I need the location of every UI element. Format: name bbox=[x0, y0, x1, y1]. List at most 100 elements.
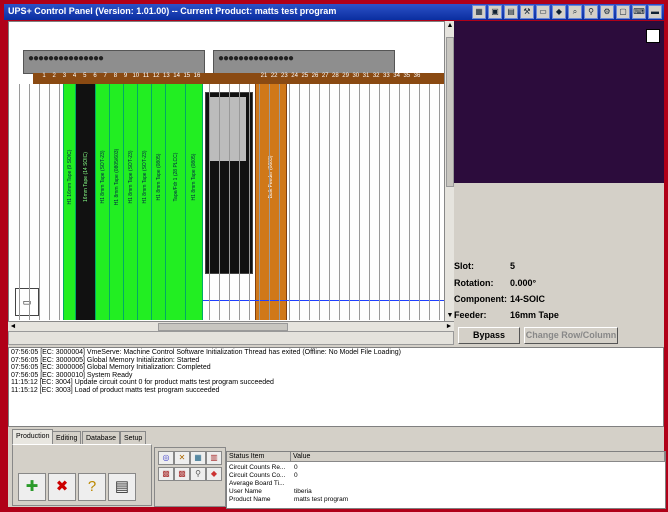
help-icon[interactable]: ? bbox=[78, 473, 106, 501]
feeder-column[interactable]: Tape/Fdr 1 (28 PLCC) bbox=[165, 84, 187, 320]
machine-layout-view[interactable]: ●●●●●●●●●●●●●●● ●●●●●●●●●●●●●●● 12345678… bbox=[8, 21, 446, 323]
slot-label: Slot: bbox=[454, 261, 474, 271]
monitor-icon[interactable]: ▭ bbox=[536, 5, 550, 19]
slot-number: 33 bbox=[383, 73, 390, 79]
slot-number: 24 bbox=[291, 73, 298, 79]
status-value: matts test program bbox=[294, 496, 349, 503]
slot-divider bbox=[239, 84, 240, 320]
layout-icon[interactable]: ▣ bbox=[488, 5, 502, 19]
slot-divider bbox=[369, 84, 370, 320]
slot-number: 1 bbox=[42, 73, 46, 79]
slot-divider bbox=[399, 84, 400, 320]
left-connector: ●●●●●●●●●●●●●●● bbox=[23, 50, 205, 74]
status-item: Circuit Counts Re... bbox=[229, 464, 286, 471]
tab-production[interactable]: Production bbox=[12, 429, 54, 445]
diamond-icon[interactable]: ◆ bbox=[552, 5, 566, 19]
slot-number: 30 bbox=[352, 73, 360, 79]
production-start-icon[interactable]: ✚ bbox=[18, 473, 46, 501]
diamond-icon[interactable]: ◆ bbox=[206, 467, 222, 481]
status-value: 0 bbox=[294, 472, 298, 479]
chart-icon[interactable]: ▦ bbox=[190, 451, 206, 465]
list-icon[interactable]: ▥ bbox=[206, 451, 222, 465]
window-controls-icon[interactable]: ▬ bbox=[648, 5, 662, 19]
display-icon[interactable]: ▢ bbox=[616, 5, 630, 19]
status-item: User Name bbox=[229, 488, 262, 495]
slot-number: 12 bbox=[152, 73, 160, 79]
slot-divider bbox=[269, 84, 270, 320]
slot-divider bbox=[419, 84, 420, 320]
slot-number: 15 bbox=[183, 73, 191, 79]
log-line: 07:56:05 [EC: 3000005] Global Memory Ini… bbox=[11, 356, 200, 364]
bottom-panel: Production Editing Database Setup ✚ ✖ ? ▤ ◎… bbox=[8, 427, 666, 509]
connector-pins-left: ●●●●●●●●●●●●●●● bbox=[28, 54, 104, 65]
zoom-icon[interactable]: ⌕ bbox=[568, 5, 582, 19]
slot-divider bbox=[389, 84, 390, 320]
tab-editing[interactable]: Editing bbox=[52, 431, 82, 445]
slot-divider bbox=[379, 84, 380, 320]
settings-icon[interactable]: ⚙ bbox=[600, 5, 614, 19]
slot-number: 34 bbox=[393, 73, 400, 79]
slot-divider bbox=[409, 84, 410, 320]
title-bar: UPS+ Control Panel (Version: 1.01.00) --… bbox=[4, 4, 664, 20]
status-row: Circuit Counts Re... 0 bbox=[227, 464, 665, 472]
component-preview bbox=[454, 21, 664, 183]
feeder-rail: 1 2 3 4 5 6 7 8 9 10 11 12 13 14 15 16 21 22 23 24 25 26 27 28 2… bbox=[33, 73, 445, 84]
chart-icon[interactable]: ▤ bbox=[504, 5, 518, 19]
bypass-button[interactable]: Bypass bbox=[458, 327, 520, 344]
feeder-column[interactable]: H1 8mm Tape (0805) bbox=[185, 84, 203, 320]
feeder-label: H1 8mm Tape (SOT-23) bbox=[100, 150, 106, 204]
grid-red2-icon[interactable]: ▩ bbox=[174, 467, 190, 481]
status-item-header[interactable]: Status Item bbox=[227, 452, 291, 462]
feeder-column[interactable]: 16mm Tape (14 SOIC) bbox=[75, 84, 97, 320]
slot-number: 8 bbox=[113, 73, 118, 79]
status-row: Product Name matts test program bbox=[227, 496, 665, 504]
slot-divider bbox=[249, 84, 250, 320]
tab-setup[interactable]: Setup bbox=[120, 431, 147, 445]
slot-number: 7 bbox=[103, 73, 107, 79]
pin-icon[interactable]: ⚲ bbox=[190, 467, 206, 481]
feeder-label: Tape/Fdr 1 (28 PLCC) bbox=[173, 152, 179, 202]
slot-number: 35 bbox=[403, 73, 411, 79]
display-icon[interactable]: ▤ bbox=[108, 473, 136, 501]
toolbar: ▦ ▣ ▤ ⚒ ▭ ◆ ⌕ ⚲ ⚙ ▢ ⌨ ▬ bbox=[472, 5, 662, 19]
slot-divider bbox=[59, 84, 60, 320]
main-client: ●●●●●●●●●●●●●●● ●●●●●●●●●●●●●●● 12345678… bbox=[8, 21, 666, 509]
slot-number: 6 bbox=[93, 73, 97, 79]
rotation-label: Rotation: bbox=[454, 278, 494, 288]
circle-icon[interactable]: ◎ bbox=[158, 451, 174, 465]
slot-number: 16 bbox=[193, 73, 201, 79]
slot-number: 11 bbox=[142, 73, 150, 79]
slot-divider bbox=[319, 84, 320, 320]
keyboard-icon[interactable]: ⌨ bbox=[632, 5, 646, 19]
slot-number: 36 bbox=[413, 73, 421, 79]
log-line: 11:15:12 [EC: 3004] Update circuit count… bbox=[11, 379, 274, 387]
scroll-thumb[interactable] bbox=[446, 37, 454, 187]
slot-number: 4 bbox=[72, 73, 77, 79]
cross-tools-icon[interactable]: ✕ bbox=[174, 451, 190, 465]
feeder-label: H1 8mm Tape (SOT-23) bbox=[128, 150, 134, 204]
component-value: 14-SOIC bbox=[510, 294, 546, 304]
slot-number: 10 bbox=[132, 73, 140, 79]
status-table: Status Item Value Circuit Counts Re... 0 C… bbox=[226, 451, 666, 509]
slot-divider bbox=[39, 84, 40, 320]
h-scroll-thumb[interactable] bbox=[158, 323, 288, 331]
slot-divider bbox=[279, 84, 280, 320]
event-log[interactable]: 07:56:05 [EC: 3000004] VmeServe: Machine… bbox=[8, 347, 664, 427]
feeder-label: H1 8mm Tape (SOT-23) bbox=[142, 150, 148, 204]
tab-database[interactable]: Database bbox=[82, 431, 120, 445]
slot-number: 23 bbox=[281, 73, 288, 79]
tools-icon[interactable]: ⚒ bbox=[520, 5, 534, 19]
slot-divider bbox=[49, 84, 50, 320]
slot-number: 13 bbox=[163, 73, 170, 79]
grid-icon[interactable]: ▦ bbox=[472, 5, 486, 19]
right-connector: ●●●●●●●●●●●●●●● bbox=[213, 50, 395, 74]
stop-production-icon[interactable]: ✖ bbox=[48, 473, 76, 501]
slot-divider bbox=[329, 84, 330, 320]
grid-red-icon[interactable]: ▩ bbox=[158, 467, 174, 481]
feeder-label: H1 8mm Tape (0805) bbox=[191, 153, 197, 201]
status-row: Circuit Counts Co... 0 bbox=[227, 472, 665, 480]
slot-divider bbox=[19, 84, 20, 320]
status-value-header[interactable]: Value bbox=[291, 452, 665, 462]
change-row-column-button[interactable]: Change Row/Column bbox=[524, 327, 618, 344]
search-icon[interactable]: ⚲ bbox=[584, 5, 598, 19]
